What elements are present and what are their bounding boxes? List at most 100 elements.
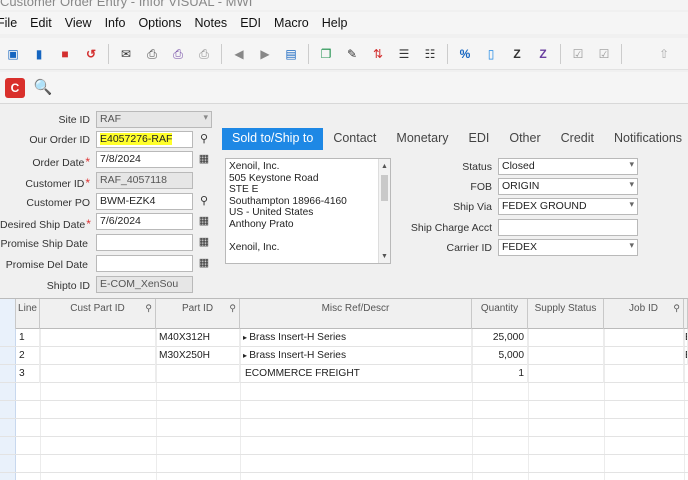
table-row[interactable] (0, 419, 688, 437)
fax-icon[interactable]: ⎙ (196, 46, 212, 62)
ship-charge-acct-field[interactable] (498, 219, 638, 236)
menu-edit[interactable]: Edit (24, 16, 59, 30)
table-row[interactable]: 1 M40X312H ▸ Brass Insert-H Series 25,00… (0, 329, 688, 347)
calendar-icon[interactable]: ▦ (198, 257, 210, 269)
status-select[interactable]: Closed ▾ (498, 158, 638, 175)
cell-quantity[interactable]: 25,000 (472, 329, 528, 347)
search-icon[interactable]: ⚲ (145, 303, 152, 314)
cell-cust-part-id[interactable] (40, 347, 156, 365)
search-list-icon[interactable]: ▤ (283, 46, 299, 62)
customer-po-field[interactable]: BWM-EZK4 (96, 193, 193, 210)
cell-quantity[interactable]: 5,000 (472, 347, 528, 365)
save-icon[interactable]: ▣ (5, 46, 21, 62)
column-header-job-id[interactable]: Job ID ⚲ (604, 299, 684, 329)
promise-ship-date-field[interactable] (96, 234, 193, 251)
cell-quantity[interactable]: 1 (472, 365, 528, 383)
customer-id-field[interactable]: RAF_4057118 (96, 172, 193, 189)
list-icon[interactable]: ☰ (396, 46, 412, 62)
column-header-cust-part-id[interactable]: Cust Part ID ⚲ (40, 299, 156, 329)
cell-job-id[interactable] (604, 365, 684, 383)
tab-other[interactable]: Other (499, 128, 550, 150)
calendar-icon[interactable]: ▦ (198, 153, 210, 165)
tab-credit[interactable]: Credit (551, 128, 604, 150)
address-box[interactable]: Xenoil, Inc. 505 Keystone Road STE E Sou… (225, 158, 391, 264)
scroll-thumb[interactable] (381, 175, 388, 201)
cell-part-id[interactable] (156, 365, 240, 383)
cell-misc-ref-descr[interactable]: ▸ Brass Insert-H Series (240, 329, 472, 347)
menu-info[interactable]: Info (99, 16, 133, 30)
menu-options[interactable]: Options (132, 16, 188, 30)
tab-notifications[interactable]: Notifications (604, 128, 688, 150)
scroll-down-icon[interactable]: ▼ (381, 251, 388, 263)
cell-misc-ref-descr[interactable]: ▸ Brass Insert-H Series (240, 347, 472, 365)
cell-supply-status[interactable] (528, 347, 604, 365)
new-document-icon[interactable]: ▮ (31, 46, 47, 62)
menu-file[interactable]: File (0, 16, 24, 30)
scroll-up-icon[interactable]: ▲ (381, 161, 388, 173)
table-row[interactable]: 2 M30X250H ▸ Brass Insert-H Series 5,000… (0, 347, 688, 365)
table-row[interactable] (0, 437, 688, 455)
table-row[interactable] (0, 401, 688, 419)
order-date-field[interactable]: 7/8/2024 (96, 151, 193, 168)
menu-help[interactable]: Help (316, 16, 355, 30)
cell-misc-ref-descr[interactable]: ECOMMERCE FREIGHT (240, 365, 472, 383)
previous-record-icon[interactable]: ◀ (231, 46, 247, 62)
undo-icon[interactable]: ↺ (83, 46, 99, 62)
cell-line[interactable]: 2 (16, 347, 40, 365)
cell-job-id[interactable] (604, 329, 684, 347)
cell-supply-status[interactable] (528, 329, 604, 347)
copy-icon[interactable]: ❐ (318, 46, 334, 62)
tab-sold-to-ship-to[interactable]: Sold to/Ship to (222, 128, 324, 150)
cell-part-id[interactable]: M40X312H (156, 329, 240, 347)
column-header-misc-ref-descr[interactable]: Misc Ref/Descr (240, 299, 472, 329)
sort-icon[interactable]: ⇅ (370, 46, 386, 62)
ship-via-select[interactable]: FEDEX GROUND ▾ (498, 198, 638, 215)
strike-z-alt-icon[interactable]: Z (535, 46, 551, 62)
cell-cust-part-id[interactable] (40, 365, 156, 383)
desired-ship-date-field[interactable]: 7/6/2024 (96, 213, 193, 230)
promise-del-date-field[interactable] (96, 255, 193, 272)
c-icon[interactable]: C (5, 77, 25, 98)
cell-part-id[interactable]: M30X250H (156, 347, 240, 365)
table-row[interactable]: 3 ECOMMERCE FREIGHT 1 (0, 365, 688, 383)
our-order-id-field[interactable]: E4057276-RAF (96, 131, 193, 148)
delete-icon[interactable]: ■ (57, 46, 73, 62)
upload-icon[interactable]: ⇧ (656, 46, 672, 62)
cell-line[interactable]: 3 (16, 365, 40, 383)
checkbox-alt-icon[interactable]: ☑ (596, 46, 612, 62)
print-preview-icon[interactable]: ⎙ (170, 46, 186, 62)
tab-monetary[interactable]: Monetary (386, 128, 458, 150)
menu-view[interactable]: View (59, 16, 99, 30)
column-header-part-id[interactable]: Part ID ⚲ (156, 299, 240, 329)
table-row[interactable] (0, 455, 688, 473)
trash-icon[interactable]: ▯ (483, 46, 499, 62)
cell-line[interactable]: 1 (16, 329, 40, 347)
shipto-id-field[interactable]: E-COM_XenSou (96, 276, 193, 293)
column-header-quantity[interactable]: Quantity (472, 299, 528, 329)
fob-select[interactable]: ORIGIN ▾ (498, 178, 638, 195)
search-icon[interactable]: ⚲ (198, 195, 210, 207)
email-icon[interactable]: ✉ (118, 46, 134, 62)
next-record-icon[interactable]: ▶ (257, 46, 273, 62)
calendar-icon[interactable]: ▦ (198, 215, 210, 227)
carrier-id-select[interactable]: FEDEX ▾ (498, 239, 638, 256)
site-id-field[interactable]: RAF ▾ (96, 111, 212, 128)
calendar-icon[interactable]: ▦ (198, 236, 210, 248)
menu-macro[interactable]: Macro (268, 16, 316, 30)
checkbox-icon[interactable]: ☑ (570, 46, 586, 62)
cell-cust-part-id[interactable] (40, 329, 156, 347)
cell-job-id[interactable] (604, 347, 684, 365)
document-search-icon[interactable]: 🔍 (34, 79, 53, 96)
percent-icon[interactable]: % (457, 46, 473, 62)
table-row[interactable] (0, 383, 688, 401)
column-header-supply-status[interactable]: Supply Status (528, 299, 604, 329)
print-icon[interactable]: ⎙ (144, 46, 160, 62)
search-icon[interactable]: ⚲ (229, 303, 236, 314)
address-scrollbar[interactable]: ▲ ▼ (378, 159, 390, 263)
column-header-line[interactable]: Line (16, 299, 40, 329)
edit-icon[interactable]: ✎ (344, 46, 360, 62)
tab-contact[interactable]: Contact (323, 128, 386, 150)
search-icon[interactable]: ⚲ (198, 133, 210, 145)
search-icon[interactable]: ⚲ (673, 303, 680, 314)
tab-edi[interactable]: EDI (459, 128, 500, 150)
